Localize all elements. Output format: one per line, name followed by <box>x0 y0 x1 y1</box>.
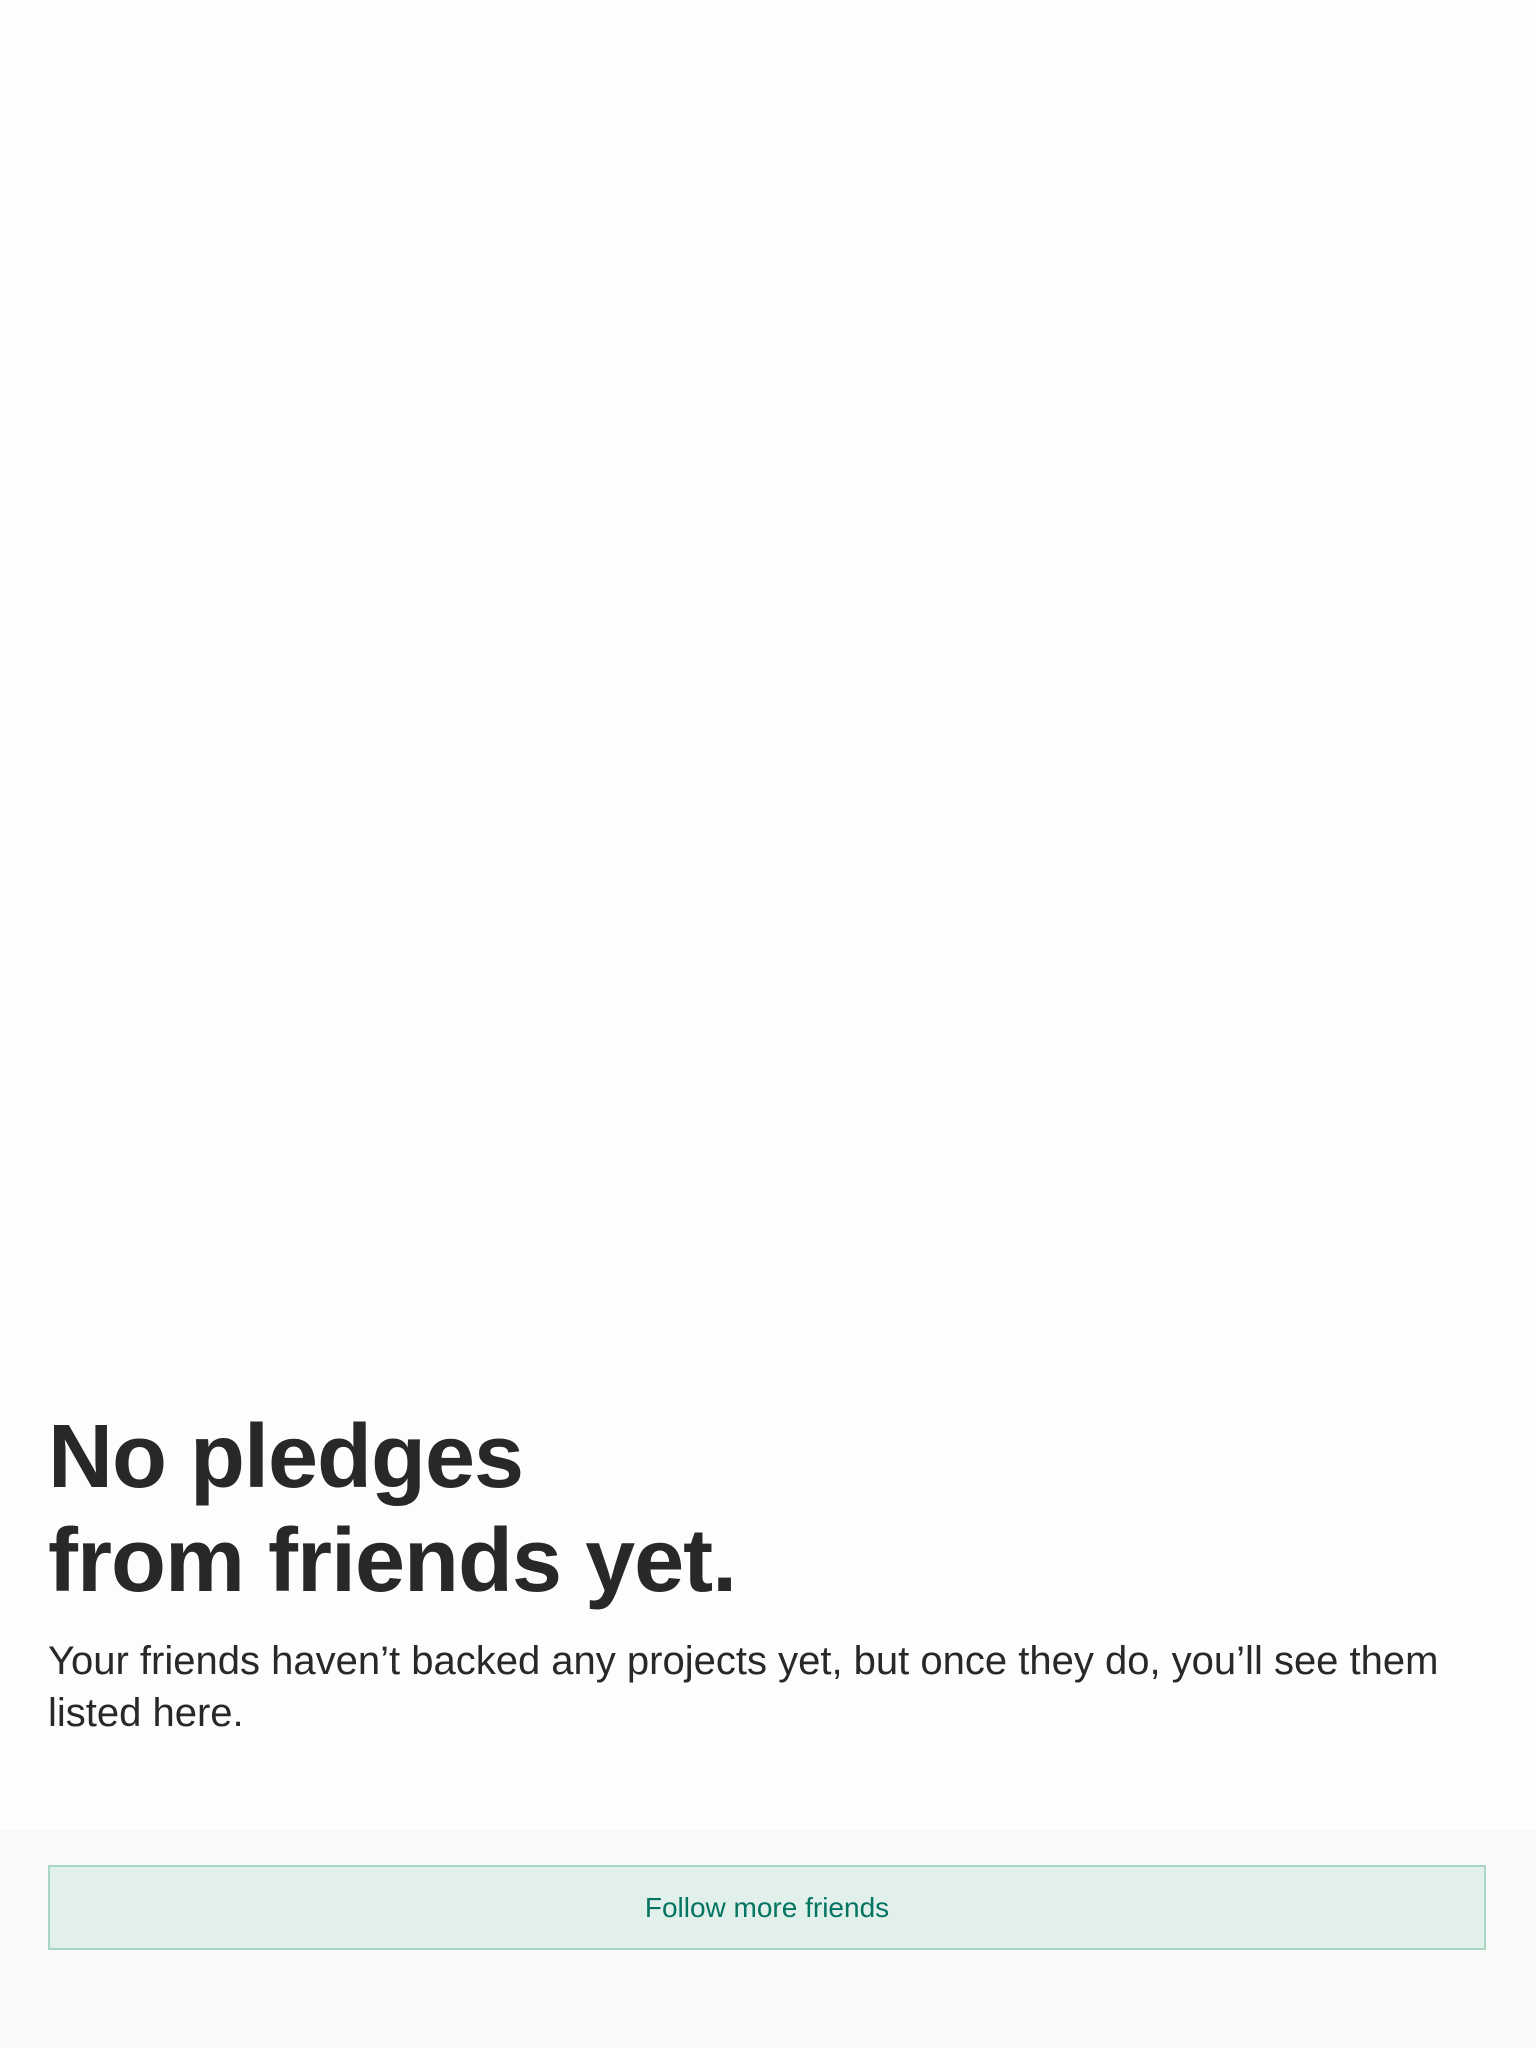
friends-activity-screen: No pledges from friends yet. Your friend… <box>0 0 1536 2048</box>
action-footer: Follow more friends <box>0 1830 1536 2048</box>
empty-state: No pledges from friends yet. Your friend… <box>48 1405 1488 1739</box>
empty-state-title-line-2: from friends yet. <box>48 1511 737 1611</box>
empty-state-description: Your friends haven’t backed any projects… <box>48 1639 1439 1735</box>
empty-state-title-line-1: No pledges <box>48 1407 524 1507</box>
follow-more-friends-button[interactable]: Follow more friends <box>48 1865 1486 1950</box>
empty-state-title: No pledges from friends yet. <box>48 1405 1488 1613</box>
